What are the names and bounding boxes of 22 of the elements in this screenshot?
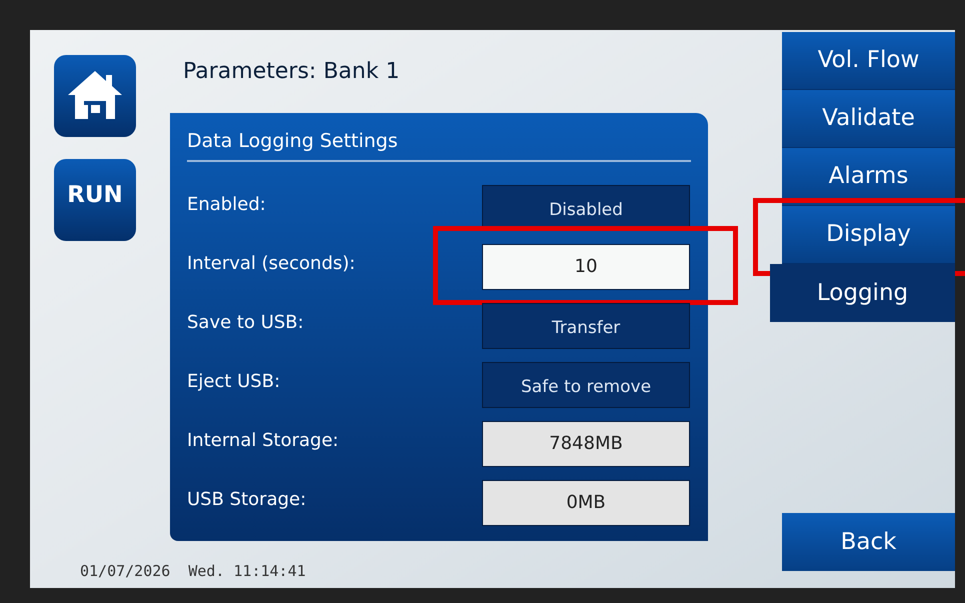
- value-display: 0MB: [482, 480, 690, 526]
- home-button[interactable]: [54, 55, 136, 137]
- setting-button[interactable]: Safe to remove: [482, 362, 690, 408]
- nav-tab[interactable]: Vol. Flow: [782, 32, 955, 90]
- setting-label: Enabled:: [187, 193, 267, 217]
- screen-title: Parameters: Bank 1: [182, 58, 401, 86]
- setting-label: Internal Storage:: [187, 429, 340, 453]
- nav-tab[interactable]: Alarms: [782, 148, 955, 206]
- nav-tab[interactable]: Display: [782, 206, 955, 264]
- setting-label: Eject USB:: [187, 370, 282, 394]
- nav-tab[interactable]: Logging: [770, 264, 955, 322]
- panel-title: Data Logging Settings: [187, 127, 691, 162]
- setting-label: Interval (seconds):: [187, 252, 356, 276]
- setting-label: Save to USB:: [187, 311, 305, 335]
- value-display: 7848MB: [482, 420, 690, 466]
- setting-label: USB Storage:: [187, 488, 308, 512]
- interval-field[interactable]: 10: [482, 244, 690, 290]
- status-datetime: 01/07/2026 Wed. 11:14:41: [79, 561, 307, 582]
- back-button[interactable]: Back: [782, 513, 955, 571]
- run-button[interactable]: RUN: [54, 159, 136, 241]
- setting-button[interactable]: Transfer: [482, 302, 690, 348]
- nav-tab[interactable]: Validate: [782, 90, 955, 148]
